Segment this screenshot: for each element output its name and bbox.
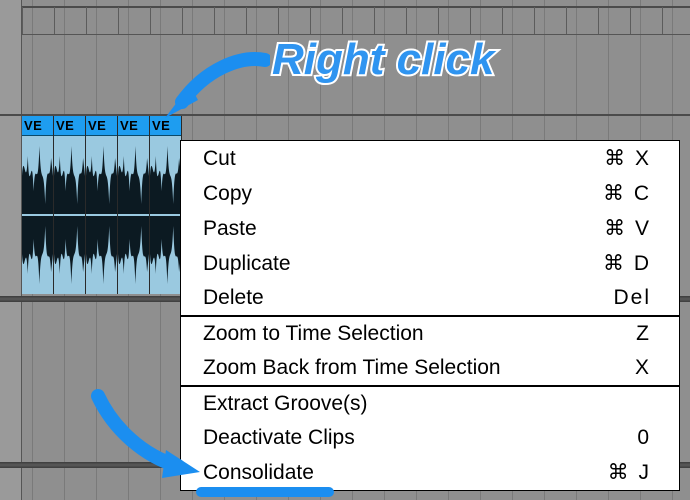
menu-item-consolidate[interactable]: Consolidate ⌘ J [181,455,679,490]
menu-item-label: Zoom Back from Time Selection [203,356,501,380]
menu-item-label: Paste [203,217,257,241]
menu-item-label: Duplicate [203,252,291,276]
menu-item-delete[interactable]: Delete Del [181,281,679,315]
menu-item-shortcut: Z [636,322,651,346]
waveform [54,136,85,294]
menu-item-shortcut: 0 [637,426,651,450]
menu-item-paste[interactable]: Paste ⌘ V [181,211,679,246]
waveform [150,136,181,294]
annotation-arrow-icon [150,40,270,130]
clip-label: VE [22,116,53,136]
menu-item-deactivate-clips[interactable]: Deactivate Clips 0 [181,421,679,455]
menu-item-label: Extract Groove(s) [203,392,368,416]
audio-clip[interactable]: VE [118,116,150,294]
audio-clips-row: VE VE VE VE VE [22,116,182,294]
menu-item-shortcut: ⌘ J [608,460,651,485]
timeline-ruler[interactable] [22,7,690,35]
waveform [118,136,149,294]
menu-item-shortcut: X [635,356,651,380]
waveform [86,136,117,294]
clip-label: VE [54,116,85,136]
menu-item-duplicate[interactable]: Duplicate ⌘ D [181,246,679,281]
track-gutter [0,0,22,500]
menu-item-extract-groove[interactable]: Extract Groove(s) [181,387,679,421]
annotation-arrow-icon [88,388,208,488]
audio-clip[interactable]: VE [86,116,118,294]
context-menu: Cut ⌘ X Copy ⌘ C Paste ⌘ V Duplicate ⌘ D Del… [180,140,680,491]
menu-item-shortcut: ⌘ X [604,146,651,171]
menu-item-cut[interactable]: Cut ⌘ X [181,141,679,176]
clip-label: VE [118,116,149,136]
waveform [22,136,53,294]
menu-item-label: Zoom to Time Selection [203,322,424,346]
menu-item-label: Delete [203,286,264,310]
menu-item-zoom-back[interactable]: Zoom Back from Time Selection X [181,351,679,385]
annotation-right-click: Right click [272,35,495,85]
menu-item-label: Cut [203,147,236,171]
menu-item-shortcut: Del [613,286,651,310]
clip-label: VE [86,116,117,136]
menu-item-label: Consolidate [203,461,314,485]
menu-item-shortcut: ⌘ V [604,216,651,241]
audio-clip[interactable]: VE [150,116,182,294]
menu-item-copy[interactable]: Copy ⌘ C [181,176,679,211]
annotation-highlight [196,487,334,497]
menu-item-label: Copy [203,182,252,206]
audio-clip[interactable]: VE [54,116,86,294]
menu-item-shortcut: ⌘ D [603,251,651,276]
menu-item-zoom-to-selection[interactable]: Zoom to Time Selection Z [181,317,679,351]
menu-item-label: Deactivate Clips [203,426,355,450]
audio-clip[interactable]: VE [22,116,54,294]
menu-item-shortcut: ⌘ C [603,181,651,206]
